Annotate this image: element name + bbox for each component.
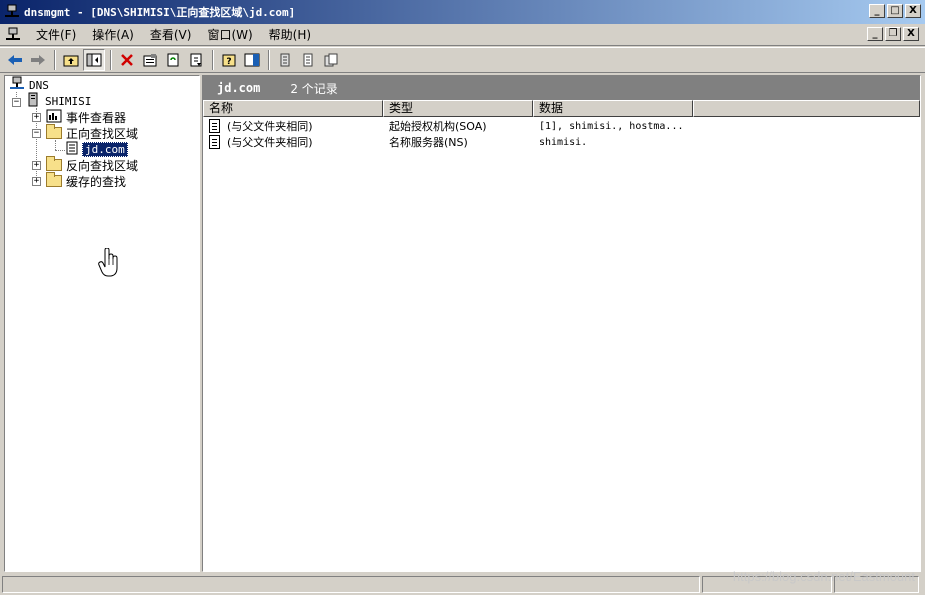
tree-node-dns[interactable]: DNS [9, 76, 49, 94]
details-zone-title: jd.com [217, 81, 261, 95]
tree-label-forward-zones: 正向查找区域 [66, 126, 139, 141]
forward-arrow-icon[interactable] [27, 49, 49, 71]
new-record-icon[interactable] [274, 49, 296, 71]
watermark: https://blog.csdn.net/Eastmount [732, 569, 915, 584]
menu-action[interactable]: 操作(A) [84, 26, 142, 43]
menu-window[interactable]: 窗口(W) [199, 26, 260, 43]
record-data: [1], shimisi., hostma... [539, 120, 684, 132]
event-viewer-icon [46, 109, 62, 126]
record-icon [209, 119, 220, 133]
minimize-button[interactable]: _ [869, 4, 885, 18]
status-segment-main [2, 576, 700, 593]
console-icon[interactable] [241, 49, 263, 71]
column-header-type[interactable]: 类型 [383, 100, 533, 117]
details-header: jd.com 2 个记录 [203, 76, 920, 100]
record-count: 2 个记录 [290, 81, 338, 96]
maximize-button[interactable]: □ [887, 4, 903, 18]
collapse-toggle[interactable]: − [32, 129, 41, 138]
tree-line [55, 150, 65, 151]
toolbar-separator [212, 50, 214, 70]
table-row[interactable]: (与父文件夹相同) 起始授权机构(SOA) [1], shimisi., hos… [203, 118, 920, 134]
delete-icon[interactable] [116, 49, 138, 71]
record-name: (与父文件夹相同) [227, 136, 313, 149]
expand-toggle[interactable]: + [32, 177, 41, 186]
title-bar[interactable]: dnsmgmt - [DNS\SHIMISI\正向查找区域\jd.com] _ … [0, 0, 925, 24]
record-name: (与父文件夹相同) [227, 120, 313, 133]
mdi-minimize-button[interactable]: _ [867, 27, 883, 41]
record-type: 名称服务器(NS) [389, 136, 468, 149]
new-domain-icon[interactable] [320, 49, 342, 71]
mdi-close-button[interactable]: X [903, 27, 919, 41]
export-icon[interactable] [185, 49, 207, 71]
properties-icon[interactable] [139, 49, 161, 71]
tree-label-cached-lookups: 缓存的查找 [66, 174, 127, 189]
console-menu-icon[interactable] [4, 27, 22, 43]
close-button[interactable]: X [905, 4, 921, 18]
menu-file[interactable]: 文件(F) [28, 26, 84, 43]
mdi-restore-button[interactable]: ❐ [885, 27, 901, 41]
show-tree-icon[interactable] [83, 49, 105, 71]
tree-label-event-viewer: 事件查看器 [66, 110, 127, 125]
new-record2-icon[interactable] [297, 49, 319, 71]
toolbar-separator [110, 50, 112, 70]
column-header-name[interactable]: 名称 [203, 100, 383, 117]
folder-icon [46, 124, 62, 139]
window-title: dnsmgmt - [DNS\SHIMISI\正向查找区域\jd.com] [24, 6, 296, 19]
toolbar: ? [0, 47, 925, 73]
record-type: 起始授权机构(SOA) [389, 120, 487, 133]
collapse-toggle[interactable]: − [12, 98, 21, 107]
tree-label-jd-com: jd.com [82, 141, 128, 157]
console-tree[interactable]: DNS − SHIMISI + 事件查看器 − 正向查找区域 jd.com + … [4, 75, 200, 572]
back-arrow-icon[interactable] [4, 49, 26, 71]
expand-toggle[interactable]: + [32, 113, 41, 122]
folder-icon [46, 172, 62, 187]
tree-line [55, 140, 56, 150]
menu-help[interactable]: 帮助(H) [261, 26, 319, 43]
tree-label-dns: DNS [29, 78, 49, 92]
tree-node-jd-com[interactable]: jd.com [65, 141, 128, 157]
help-icon[interactable]: ? [218, 49, 240, 71]
tree-node-cached-lookups[interactable]: 缓存的查找 [46, 172, 127, 189]
details-pane[interactable]: jd.com 2 个记录 名称 类型 数据 (与父文件夹相同) 起始授权机构(S… [202, 75, 921, 572]
tree-node-forward-zones[interactable]: 正向查找区域 [46, 124, 139, 141]
tree-node-reverse-zones[interactable]: 反向查找区域 [46, 156, 139, 173]
tree-label-reverse-zones: 反向查找区域 [66, 158, 139, 173]
toolbar-separator [54, 50, 56, 70]
expand-toggle[interactable]: + [32, 161, 41, 170]
up-folder-icon[interactable] [60, 49, 82, 71]
svg-text:?: ? [226, 57, 231, 67]
hand-cursor-icon [98, 247, 120, 281]
record-icon [209, 135, 220, 149]
tree-node-event-viewer[interactable]: 事件查看器 [46, 109, 126, 125]
toolbar-separator [268, 50, 270, 70]
table-row[interactable]: (与父文件夹相同) 名称服务器(NS) shimisi. [203, 134, 920, 150]
menu-bar: 文件(F) 操作(A) 查看(V) 窗口(W) 帮助(H) _ ❐ X [0, 24, 925, 46]
zone-icon [65, 141, 79, 158]
column-header-filler [693, 100, 920, 117]
server-icon [27, 92, 39, 110]
menu-view[interactable]: 查看(V) [142, 26, 200, 43]
column-headers: 名称 类型 数据 [203, 100, 920, 117]
column-header-data[interactable]: 数据 [533, 100, 693, 117]
tree-label-server: SHIMISI [45, 94, 92, 108]
refresh-icon[interactable] [162, 49, 184, 71]
dns-server-icon [9, 76, 25, 94]
tree-node-server[interactable]: SHIMISI [27, 92, 92, 110]
record-data: shimisi. [539, 136, 588, 148]
dns-app-icon [4, 4, 20, 20]
folder-icon [46, 156, 62, 171]
